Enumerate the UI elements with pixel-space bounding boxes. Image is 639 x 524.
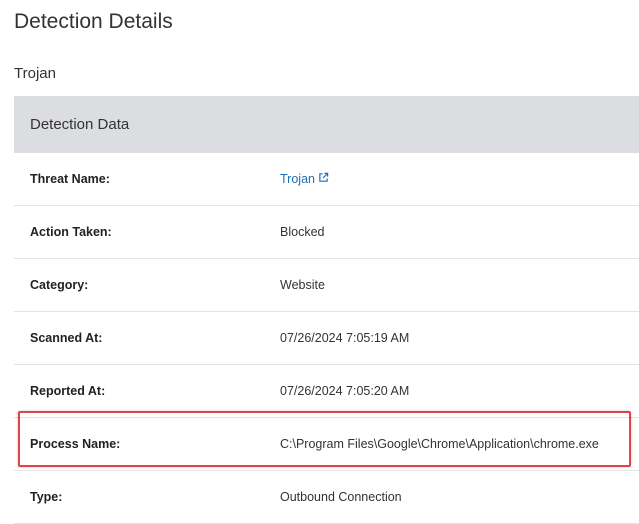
row-value: C:\Program Files\Google\Chrome\Applicati… [280, 437, 599, 451]
external-link-icon[interactable] [318, 172, 329, 186]
row-label: Category: [30, 278, 89, 292]
row-type: Type: Outbound Connection [14, 471, 639, 524]
row-value: Website [280, 278, 325, 292]
row-process-name: Process Name: C:\Program Files\Google\Ch… [14, 418, 639, 471]
row-reported-at: Reported At: 07/26/2024 7:05:20 AM [14, 365, 639, 418]
row-value: Outbound Connection [280, 490, 402, 504]
threat-name-text[interactable]: Trojan [280, 172, 315, 186]
row-label: Scanned At: [30, 331, 103, 345]
page-title: Detection Details [14, 10, 173, 33]
row-label: Threat Name: [30, 172, 110, 186]
detection-data-card: Detection Data Threat Name: Trojan Actio… [14, 96, 639, 524]
row-label: Reported At: [30, 384, 106, 398]
row-value: Blocked [280, 225, 325, 239]
row-category: Category: Website [14, 259, 639, 312]
row-label: Process Name: [30, 437, 121, 451]
row-label: Type: [30, 490, 63, 504]
row-scanned-at: Scanned At: 07/26/2024 7:05:19 AM [14, 312, 639, 365]
row-threat-name: Threat Name: Trojan [14, 153, 639, 206]
threat-name-link[interactable]: Trojan [280, 172, 329, 187]
row-action-taken: Action Taken: Blocked [14, 206, 639, 259]
row-value: 07/26/2024 7:05:20 AM [280, 384, 410, 398]
row-value: 07/26/2024 7:05:19 AM [280, 331, 410, 345]
threat-subtitle: Trojan [14, 65, 56, 82]
row-label: Action Taken: [30, 225, 112, 239]
section-header: Detection Data [14, 96, 639, 153]
